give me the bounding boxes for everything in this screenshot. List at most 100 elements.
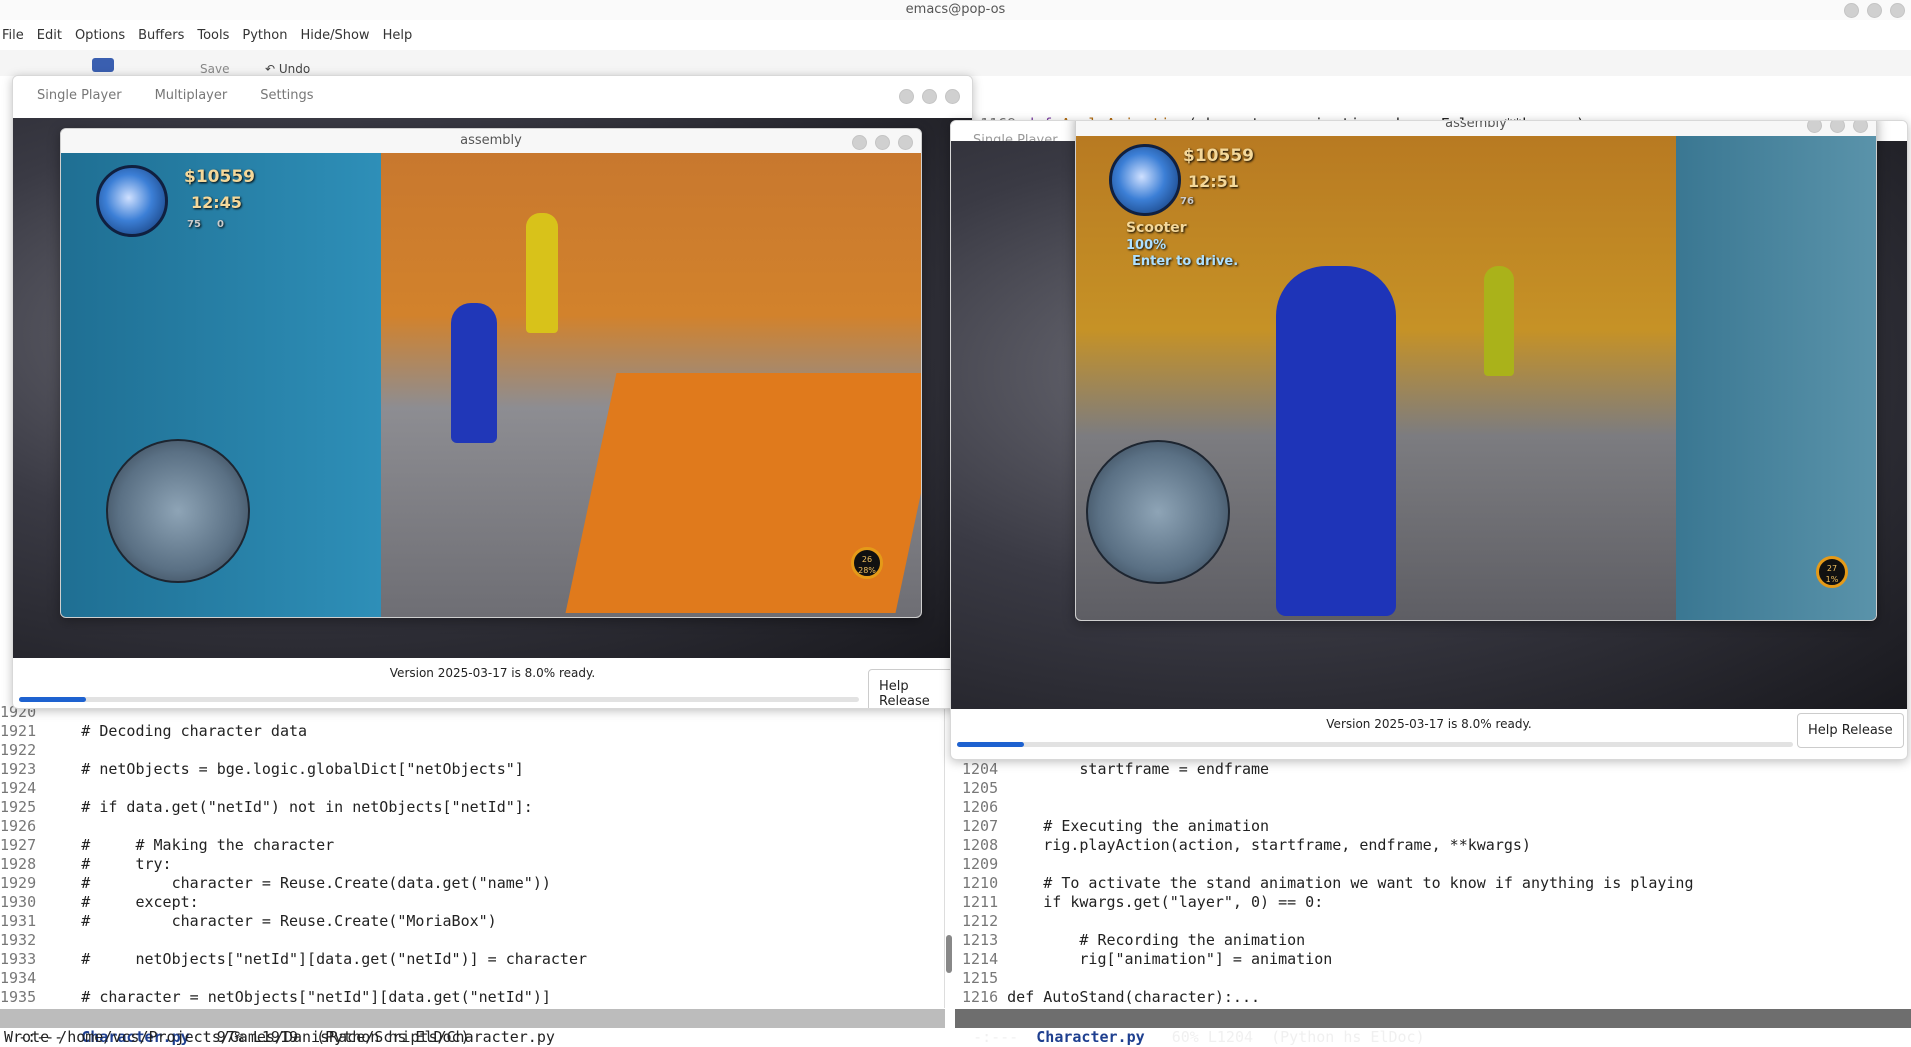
code-line[interactable]: 1927 # # Making the character	[0, 836, 587, 855]
player-character	[451, 303, 497, 443]
code-text: # except:	[45, 893, 199, 911]
tab-single-player[interactable]: Single Player	[37, 76, 122, 116]
code-text: # character = Reuse.Create(data.get("nam…	[45, 874, 551, 892]
game-viewport[interactable]: $10559 12:45 75 0 26 28%	[61, 153, 921, 617]
code-line[interactable]: 1925 # if data.get("netId") not in netOb…	[0, 798, 587, 817]
code-line[interactable]: 1211 if kwargs.get("layer", 0) == 0:	[962, 893, 1694, 912]
code-line[interactable]: 1935 # character = netObjects["netId"][d…	[0, 988, 587, 1007]
hud-drive-prompt: Enter to drive.	[1132, 254, 1239, 269]
help-release-button[interactable]: Help Release	[1797, 713, 1904, 748]
line-number: 1213	[962, 931, 999, 949]
menu-edit[interactable]: Edit	[37, 28, 62, 48]
menu-options[interactable]: Options	[75, 28, 125, 48]
code-line[interactable]: 1206	[962, 798, 1694, 817]
code-text: # try:	[45, 855, 172, 873]
code-text: rig["animation"] = animation	[1007, 950, 1333, 968]
code-line[interactable]: 1207 # Executing the animation	[962, 817, 1694, 836]
player-avatar	[1109, 144, 1181, 216]
game-window-controls	[852, 135, 913, 150]
minimize-button[interactable]	[1807, 121, 1822, 133]
code-line[interactable]: 1212	[962, 912, 1694, 931]
modeline-buffer-name[interactable]: Character.py	[1036, 1028, 1144, 1046]
line-number: 1921	[0, 722, 37, 740]
minimize-button[interactable]	[852, 135, 867, 150]
code-text: # # Making the character	[45, 836, 335, 854]
game-window-title: assembly	[1445, 120, 1507, 131]
code-line[interactable]: 1926	[0, 817, 587, 836]
toolbar: Save ↶ Undo	[0, 50, 1911, 76]
minimize-button[interactable]	[899, 89, 914, 104]
close-button[interactable]	[1853, 121, 1868, 133]
line-number: 1935	[0, 988, 37, 1006]
launcher-tabs: Single Player Multiplayer Settings	[13, 76, 972, 116]
menu-python[interactable]: Python	[242, 28, 287, 48]
line-number: 1931	[0, 912, 37, 930]
code-line[interactable]: 1215	[962, 969, 1694, 988]
game-window-controls	[1807, 121, 1868, 133]
code-text: # Decoding character data	[45, 722, 308, 740]
code-line[interactable]: 1209	[962, 855, 1694, 874]
code-line[interactable]: 1921 # Decoding character data	[0, 722, 587, 741]
undo-button[interactable]: ↶ Undo	[265, 62, 310, 76]
line-number: 1923	[0, 760, 37, 778]
line-number: 1211	[962, 893, 999, 911]
line-number: 1206	[962, 798, 999, 816]
menu-help[interactable]: Help	[383, 28, 413, 48]
tab-multiplayer[interactable]: Multiplayer	[155, 76, 228, 116]
code-text: # Recording the animation	[1007, 931, 1306, 949]
code-line[interactable]: 1210 # To activate the stand animation w…	[962, 874, 1694, 893]
tab-settings[interactable]: Settings	[260, 76, 313, 116]
maximize-button[interactable]	[1830, 121, 1845, 133]
speed-value: 27	[1826, 564, 1838, 573]
code-line[interactable]: 1208 rig.playAction(action, startframe, …	[962, 836, 1694, 855]
close-button[interactable]	[1890, 3, 1905, 18]
code-line[interactable]: 1204 startframe = endframe	[962, 760, 1694, 779]
modeline-info: 60% L1204 (Python hs ElDoc)	[1144, 1028, 1425, 1046]
menu-buffers[interactable]: Buffers	[138, 28, 184, 48]
save-icon[interactable]	[92, 58, 114, 72]
maximize-button[interactable]	[1867, 3, 1882, 18]
code-line[interactable]: 1923 # netObjects = bge.logic.globalDict…	[0, 760, 587, 779]
close-button[interactable]	[898, 135, 913, 150]
launcher-status-area: Version 2025-03-17 is 8.0% ready.	[13, 658, 972, 698]
hud-time: 12:45	[191, 193, 242, 212]
save-button[interactable]: Save	[200, 62, 229, 76]
minimize-button[interactable]	[1844, 3, 1859, 18]
menu-tools[interactable]: Tools	[197, 28, 229, 48]
left-scrollbar-thumb[interactable]	[946, 935, 952, 973]
line-number: 1922	[0, 741, 37, 759]
code-line[interactable]: 1924	[0, 779, 587, 798]
maximize-button[interactable]	[922, 89, 937, 104]
speed-value: 26	[861, 555, 873, 564]
code-line[interactable]: 1214 rig["animation"] = animation	[962, 950, 1694, 969]
line-number: 1924	[0, 779, 37, 797]
line-number: 1209	[962, 855, 999, 873]
line-number: 1205	[962, 779, 999, 797]
line-number: 1210	[962, 874, 999, 892]
code-line[interactable]: 1931 # character = Reuse.Create("MoriaBo…	[0, 912, 587, 931]
game-viewport[interactable]: $10559 12:51 76 Scooter 100% Enter to dr…	[1076, 136, 1876, 620]
code-line[interactable]: 1922	[0, 741, 587, 760]
left-editor-pane[interactable]: 1920 1921 # Decoding character data 1922 …	[0, 703, 587, 1007]
code-line[interactable]: 1932	[0, 931, 587, 950]
code-text: if kwargs.get("layer", 0) == 0:	[1007, 893, 1324, 911]
code-line[interactable]: 1213 # Recording the animation	[962, 931, 1694, 950]
code-line[interactable]: 1929 # character = Reuse.Create(data.get…	[0, 874, 587, 893]
code-line[interactable]: 1933 # netObjects["netId"][data.get("net…	[0, 950, 587, 969]
code-line[interactable]: 1934	[0, 969, 587, 988]
left-launcher-window: Single Player Multiplayer Settings assem…	[12, 75, 973, 709]
code-line[interactable]: 1205	[962, 779, 1694, 798]
code-line[interactable]: 1930 # except:	[0, 893, 587, 912]
window-titlebar: emacs@pop-os	[0, 0, 1911, 20]
maximize-button[interactable]	[875, 135, 890, 150]
download-progress-fill	[957, 742, 1024, 747]
code-line[interactable]: 1216 def AutoStand(character):...	[962, 988, 1694, 1007]
code-text: # character = netObjects["netId"][data.g…	[45, 988, 551, 1006]
menu-hideshow[interactable]: Hide/Show	[300, 28, 369, 48]
code-line[interactable]: 1928 # try:	[0, 855, 587, 874]
close-button[interactable]	[945, 89, 960, 104]
right-editor-pane[interactable]: 1204 startframe = endframe 1205 1206 1207…	[962, 760, 1694, 1007]
line-number: 1929	[0, 874, 37, 892]
line-number: 1932	[0, 931, 37, 949]
menu-file[interactable]: File	[2, 28, 24, 48]
